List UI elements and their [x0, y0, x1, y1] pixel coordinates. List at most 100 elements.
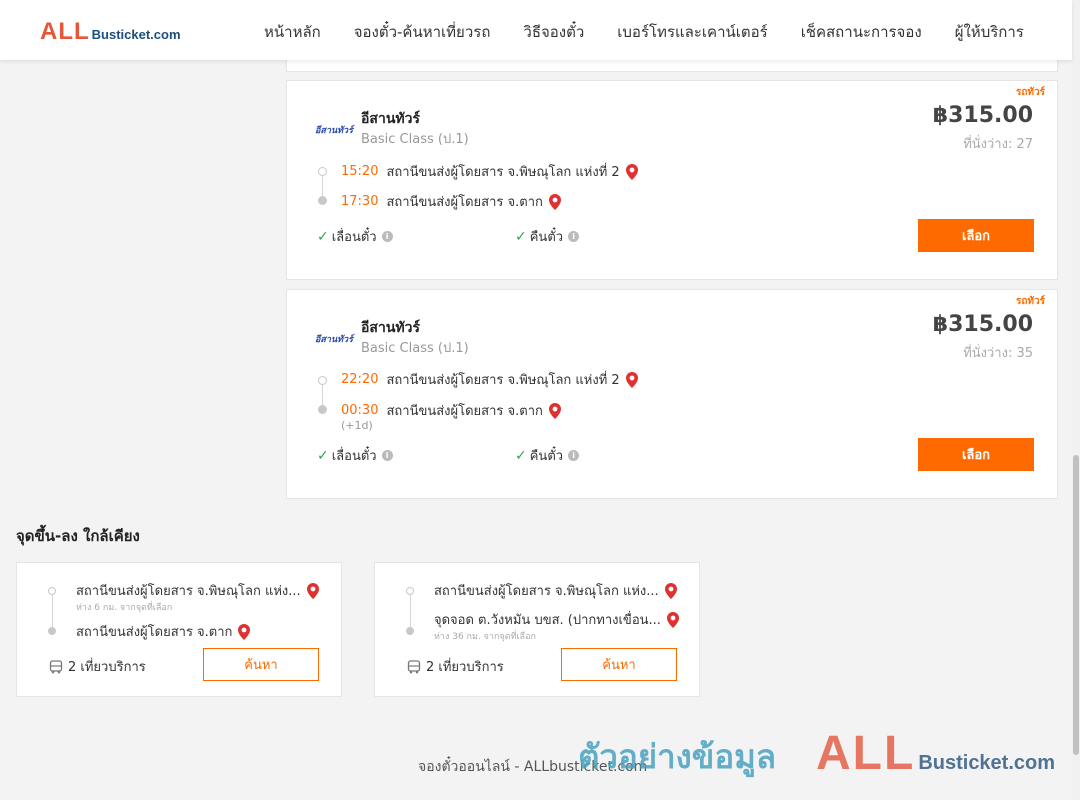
info-icon[interactable]: i — [568, 231, 580, 242]
info-icon[interactable]: i — [381, 231, 393, 242]
seats-available: ที่นั่งว่าง: 27 — [963, 137, 1033, 152]
departure-stop: 15:20 สถานีขนส่งผู้โดยสาร จ.พิษณุโลก แห่… — [341, 161, 638, 182]
departure-dot — [318, 167, 327, 176]
main-nav: หน้าหลัก จองตั๋ว-ค้นหาเที่ยวรถ วิธีจองตั… — [264, 20, 1024, 44]
logo-prefix: ALL — [40, 18, 90, 45]
operator-name: อีสานทัวร์ — [361, 111, 420, 127]
feature-reschedule: ✓ เลื่อนตั๋ว i — [317, 445, 393, 466]
nav-book-search[interactable]: จองตั๋ว-ค้นหาเที่ยวรถ — [354, 20, 491, 44]
origin-dot — [48, 587, 56, 595]
nearby-origin-label: สถานีขนส่งผู้โดยสาร จ.พิษณุโลก แห่ง... — [76, 584, 301, 599]
previous-trip-card — [286, 60, 1058, 72]
nav-home[interactable]: หน้าหลัก — [264, 20, 321, 44]
trip-count: 2 เที่ยวบริการ — [49, 656, 146, 677]
ticket-price: ฿315.00 — [932, 312, 1033, 337]
select-trip-button[interactable]: เลือก — [918, 438, 1034, 471]
vehicle-type-tag: รถทัวร์ — [1015, 296, 1045, 307]
nearby-route-card: สถานีขนส่งผู้โดยสาร จ.พิษณุโลก แห่ง... ห… — [16, 562, 342, 697]
map-pin-icon[interactable] — [306, 582, 319, 599]
arrival-station: สถานีขนส่งผู้โดยสาร จ.ตาก — [386, 195, 543, 210]
info-icon[interactable]: i — [568, 450, 580, 461]
nearby-destination: จุดจอด ต.วังหมัน บขส. (ปากทางเขื่อน... — [434, 609, 679, 630]
arrival-dot — [318, 196, 327, 205]
nearby-destination-label: สถานีขนส่งผู้โดยสาร จ.ตาก — [76, 625, 233, 640]
nearby-origin: สถานีขนส่งผู้โดยสาร จ.พิษณุโลก แห่ง... — [434, 580, 677, 601]
departure-stop: 22:20 สถานีขนส่งผู้โดยสาร จ.พิษณุโลก แห่… — [341, 369, 638, 390]
map-pin-icon[interactable] — [625, 163, 638, 180]
operator-name: อีสานทัวร์ — [361, 320, 420, 336]
nav-check-status[interactable]: เช็คสถานะการจอง — [801, 20, 922, 44]
map-pin-icon[interactable] — [625, 371, 638, 388]
watermark-text: ตัวอย่างข้อมูล — [578, 737, 777, 776]
select-trip-button[interactable]: เลือก — [918, 219, 1034, 252]
ticket-price: ฿315.00 — [932, 103, 1033, 128]
map-pin-icon[interactable] — [666, 611, 679, 628]
check-icon: ✓ — [515, 447, 527, 464]
search-button[interactable]: ค้นหา — [203, 648, 319, 681]
operator-logo: อีสานทัวร์ — [315, 335, 353, 345]
check-icon: ✓ — [317, 447, 329, 464]
seats-available: ที่นั่งว่าง: 35 — [963, 346, 1033, 361]
timeline-line — [322, 385, 323, 405]
nearby-origin: สถานีขนส่งผู้โดยสาร จ.พิษณุโลก แห่ง... — [76, 580, 319, 601]
destination-dot — [406, 627, 414, 635]
feature-reschedule-label: เลื่อนตั๋ว — [331, 449, 377, 464]
nearby-destination-label: จุดจอด ต.วังหมัน บขส. (ปากทางเขื่อน... — [434, 613, 661, 628]
feature-reschedule-label: เลื่อนตั๋ว — [331, 230, 377, 245]
scrollbar-thumb[interactable] — [1073, 455, 1079, 755]
map-pin-icon[interactable] — [664, 582, 677, 599]
nearby-route-card: สถานีขนส่งผู้โดยสาร จ.พิษณุโลก แห่ง... จ… — [374, 562, 700, 697]
watermark-logo-prefix: ALL — [816, 727, 916, 780]
feature-refund-label: คืนตั๋ว — [529, 449, 564, 464]
search-button[interactable]: ค้นหา — [561, 648, 677, 681]
trip-count-label: 2 เที่ยวบริการ — [68, 660, 146, 675]
trip-count: 2 เที่ยวบริการ — [407, 656, 504, 677]
arrival-dot — [318, 405, 327, 414]
bus-icon — [407, 659, 421, 673]
nav-phone-counters[interactable]: เบอร์โทรและเคาน์เตอร์ — [617, 20, 767, 44]
nearby-origin-distance: ห่าง 6 กม. จากจุดที่เลือก — [76, 603, 173, 613]
nav-how-to-book[interactable]: วิธีจองตั๋ว — [523, 20, 584, 44]
info-icon[interactable]: i — [381, 450, 393, 461]
departure-station: สถานีขนส่งผู้โดยสาร จ.พิษณุโลก แห่งที่ 2 — [386, 165, 620, 180]
bus-class: Basic Class (ป.1) — [361, 341, 469, 356]
feature-refund: ✓ คืนตั๋ว i — [515, 226, 580, 247]
feature-refund-label: คืนตั๋ว — [529, 230, 564, 245]
destination-dot — [48, 627, 56, 635]
vehicle-type-tag: รถทัวร์ — [1015, 87, 1045, 98]
arrival-station: สถานีขนส่งผู้โดยสาร จ.ตาก — [386, 404, 543, 419]
arrival-stop: 17:30 สถานีขนส่งผู้โดยสาร จ.ตาก — [341, 191, 561, 212]
site-logo[interactable]: ALL Busticket.com — [40, 18, 181, 46]
nearby-origin-label: สถานีขนส่งผู้โดยสาร จ.พิษณุโลก แห่ง... — [434, 584, 659, 599]
map-pin-icon[interactable] — [238, 623, 251, 640]
operator-logo: อีสานทัวร์ — [315, 126, 353, 136]
map-pin-icon[interactable] — [548, 402, 561, 419]
map-pin-icon[interactable] — [548, 193, 561, 210]
origin-dot — [406, 587, 414, 595]
nearby-section-title: จุดขึ้น-ลง ใกล้เคียง — [16, 527, 140, 545]
arrival-time: 17:30 — [341, 194, 379, 209]
trip-card: รถทัวร์ อีสานทัวร์ อีสานทัวร์ Basic Clas… — [286, 289, 1058, 499]
trip-count-label: 2 เที่ยวบริการ — [426, 660, 504, 675]
arrival-time: 00:30 — [341, 403, 379, 418]
watermark-logo-suffix: Busticket.com — [918, 752, 1056, 774]
trip-card: รถทัวร์ อีสานทัวร์ อีสานทัวร์ Basic Clas… — [286, 80, 1058, 280]
nearby-destination-distance: ห่าง 36 กม. จากจุดที่เลือก — [434, 632, 536, 642]
bus-icon — [49, 659, 63, 673]
top-header: ALL Busticket.com หน้าหลัก จองตั๋ว-ค้นหา… — [0, 0, 1072, 60]
departure-station: สถานีขนส่งผู้โดยสาร จ.พิษณุโลก แห่งที่ 2 — [386, 373, 620, 388]
check-icon: ✓ — [515, 228, 527, 245]
arrival-stop: 00:30 สถานีขนส่งผู้โดยสาร จ.ตาก — [341, 400, 561, 421]
timeline-line — [322, 176, 323, 196]
nav-operators[interactable]: ผู้ให้บริการ — [955, 20, 1024, 44]
feature-reschedule: ✓ เลื่อนตั๋ว i — [317, 226, 393, 247]
check-icon: ✓ — [317, 228, 329, 245]
departure-time: 22:20 — [341, 372, 379, 387]
next-day-indicator: (+1d) — [341, 419, 373, 432]
departure-dot — [318, 376, 327, 385]
feature-refund: ✓ คืนตั๋ว i — [515, 445, 580, 466]
nearby-destination: สถานีขนส่งผู้โดยสาร จ.ตาก — [76, 621, 251, 642]
watermark-logo: ALL Busticket.com — [816, 726, 1055, 781]
logo-suffix: Busticket.com — [91, 27, 181, 42]
timeline-line — [410, 595, 411, 627]
